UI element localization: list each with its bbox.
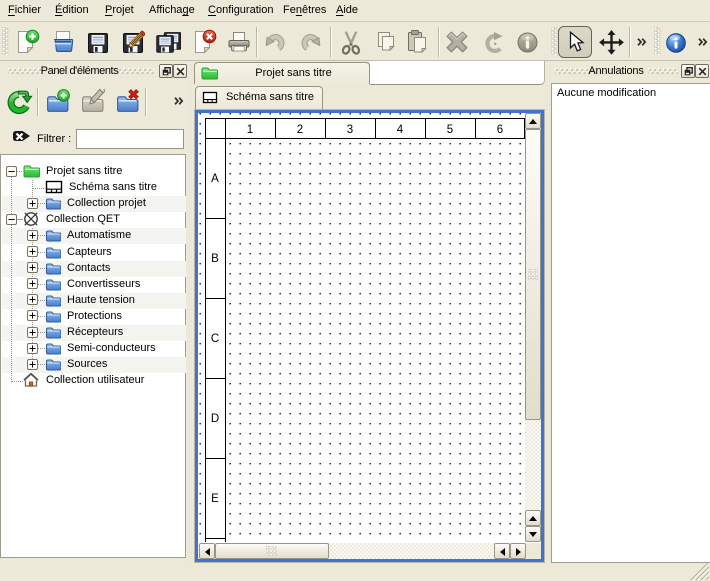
svg-text:D: D	[211, 413, 219, 425]
svg-text:1: 1	[247, 124, 253, 136]
svg-text:4: 4	[397, 124, 404, 136]
svg-text:3: 3	[347, 124, 353, 136]
svg-text:E: E	[211, 493, 219, 505]
svg-text:6: 6	[497, 124, 503, 136]
svg-text:A: A	[211, 173, 219, 185]
svg-text:C: C	[211, 333, 219, 345]
svg-text:B: B	[211, 253, 219, 265]
svg-text:5: 5	[447, 124, 453, 136]
svg-text:2: 2	[297, 124, 303, 136]
